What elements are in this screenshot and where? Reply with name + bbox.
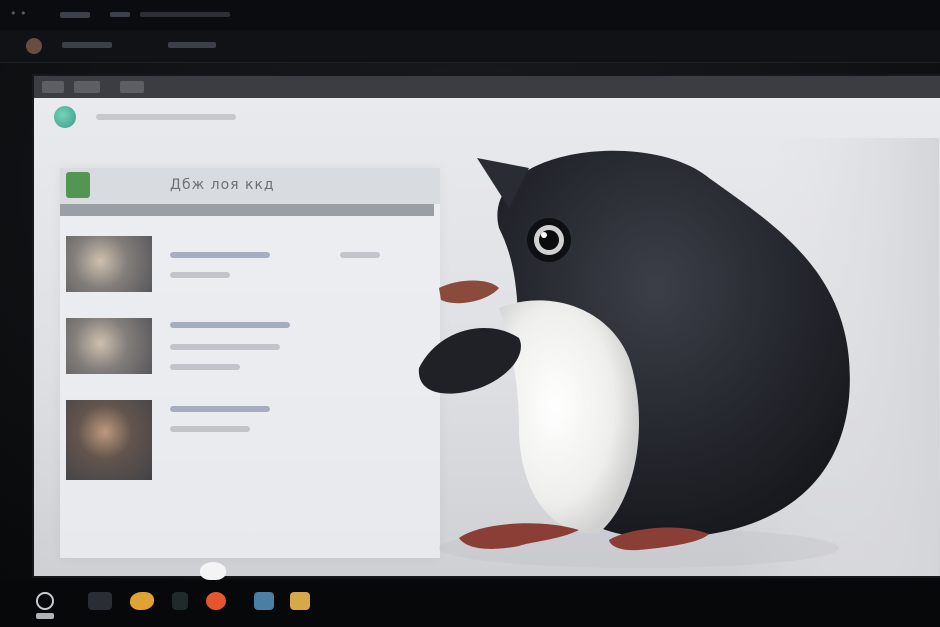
list-item-meta — [170, 272, 230, 278]
card-title: Дбж лоя ккд — [170, 177, 275, 193]
taskbar — [0, 562, 940, 627]
list-item-title — [170, 252, 270, 258]
toolbar-button[interactable] — [42, 81, 64, 93]
list-item-title — [170, 322, 290, 328]
card-subbar — [60, 204, 434, 216]
monitor-icon[interactable] — [88, 592, 112, 610]
photo-frame: • • Дбж лоя ккд — [0, 0, 940, 627]
list-item-meta — [170, 364, 240, 370]
top-bar-label — [140, 12, 230, 17]
tab-label[interactable] — [168, 42, 216, 48]
app-icon[interactable] — [172, 592, 188, 610]
top-bar: • • — [0, 0, 940, 30]
penguin-beak — [439, 280, 499, 304]
avatar-icon[interactable] — [26, 38, 42, 54]
list-item-title — [170, 406, 270, 412]
folder-icon[interactable] — [290, 592, 310, 610]
penguin-figure — [418, 138, 939, 576]
fire-icon[interactable] — [206, 592, 226, 610]
top-bar-label — [110, 12, 130, 17]
monitor-toolbar — [34, 76, 940, 98]
app-logo-icon[interactable] — [54, 106, 76, 128]
address-bar[interactable] — [96, 114, 236, 120]
thumbnail-image — [66, 400, 152, 480]
list-item-meta — [340, 252, 380, 258]
clock-indicator — [36, 613, 54, 619]
cursor-blob — [200, 562, 226, 580]
top-bar-label — [60, 12, 90, 18]
thumbnail-image — [66, 318, 152, 374]
penguin-eye-highlight — [541, 232, 547, 238]
list-item-meta — [170, 344, 280, 350]
penguin-flipper — [418, 328, 521, 394]
monitor-screen: Дбж лоя ккд — [34, 76, 940, 576]
toolbar-button[interactable] — [74, 81, 100, 93]
list-item-meta — [170, 426, 250, 432]
card-badge-icon — [66, 172, 90, 198]
thumbnail-image — [66, 236, 152, 292]
power-icon[interactable] — [36, 592, 54, 610]
menu-dots-icon[interactable]: • • — [10, 7, 26, 20]
app-screen: Дбж лоя ккд — [34, 98, 940, 576]
calc-icon[interactable] — [254, 592, 274, 610]
tab-label[interactable] — [62, 42, 112, 48]
toolbar-button[interactable] — [120, 81, 144, 93]
fish-icon[interactable] — [130, 592, 154, 610]
browser-bar — [0, 30, 940, 63]
